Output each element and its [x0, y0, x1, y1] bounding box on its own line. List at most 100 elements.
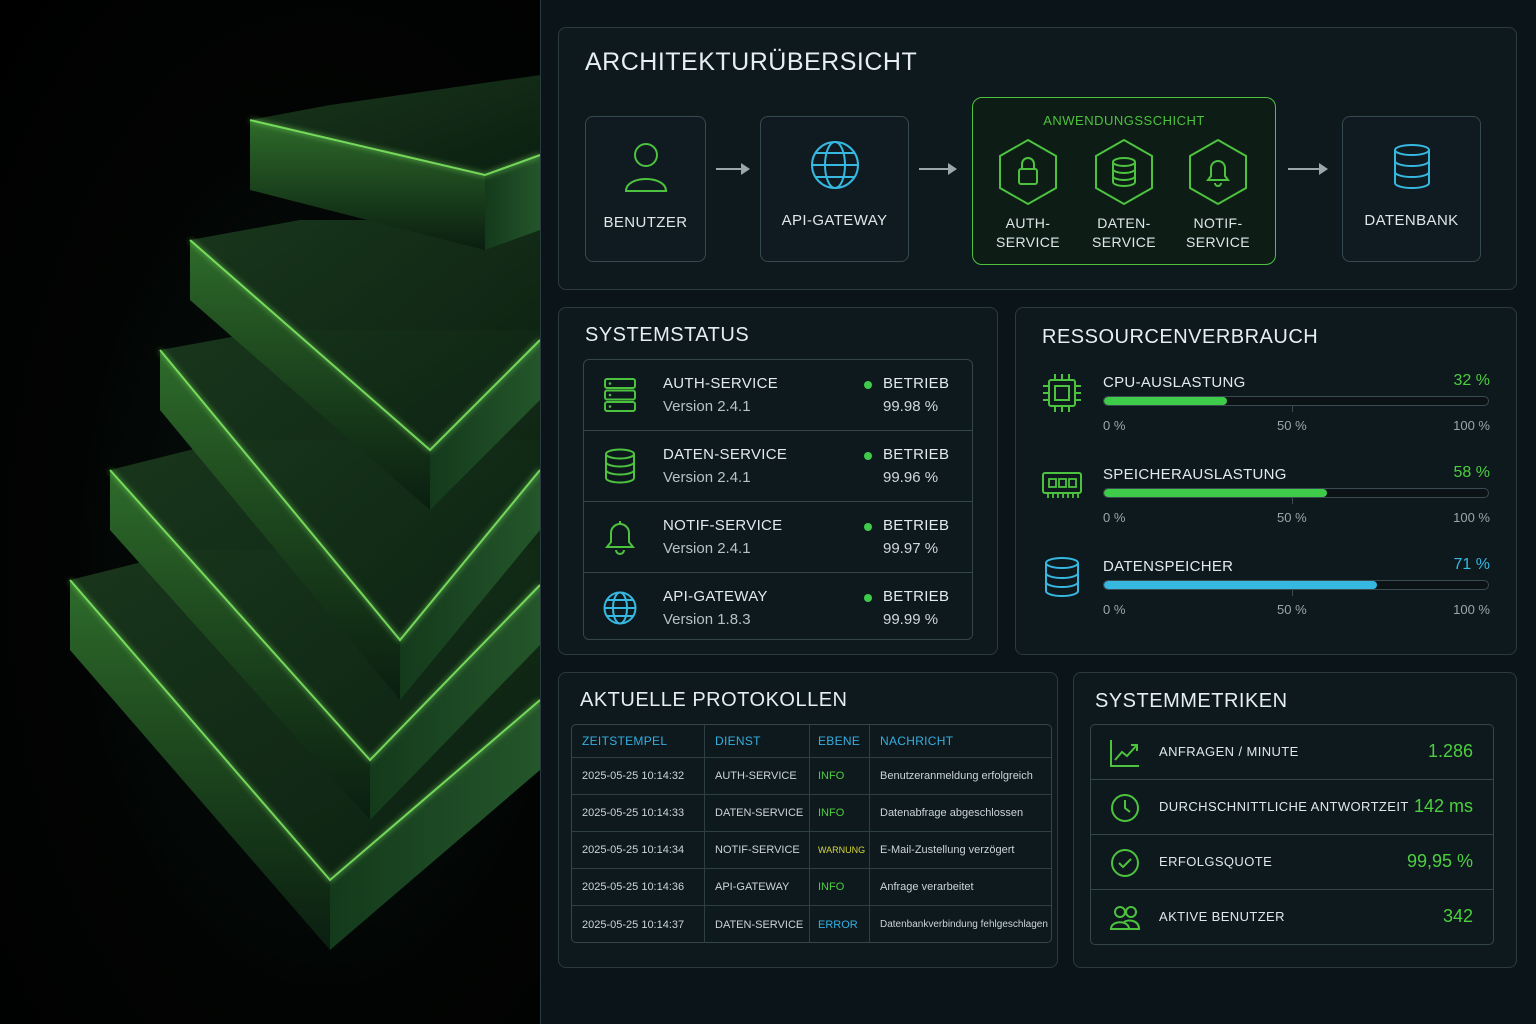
architecture-title: ARCHITEKTURÜBERSICHT: [585, 48, 918, 76]
service-status-list: AUTH-SERVICE Version 2.4.1 BETRIEB 99.98…: [583, 359, 973, 640]
metrics-list: ANFRAGEN / MINUTE 1.286 DURCHSCHNITTLICH…: [1090, 724, 1494, 945]
column-header[interactable]: DIENST: [705, 725, 810, 757]
flow-arrow: [1288, 163, 1328, 175]
resource-usage-title: RESSOURCENVERBRAUCH: [1042, 326, 1319, 348]
log-service: DATEN-SERVICE: [705, 795, 810, 831]
progress-bar: [1103, 396, 1489, 406]
stacked-layers-illustration: [69, 75, 540, 950]
service-auth[interactable]: AUTH- SERVICE: [983, 138, 1073, 252]
metric-row: ANFRAGEN / MINUTE 1.286: [1091, 725, 1493, 780]
log-message: E-Mail-Zustellung verzögert: [880, 844, 1015, 856]
scale-max: 100 %: [1453, 602, 1490, 617]
user-icon: [624, 143, 667, 192]
service-status: BETRIEB: [883, 446, 950, 463]
metric-value: 342: [1442, 906, 1473, 926]
service-name: AUTH-SERVICE: [663, 375, 779, 392]
status-row-notif[interactable]: NOTIF-SERVICE Version 2.4.1 BETRIEB 99.9…: [584, 502, 972, 573]
metric-row: ERFOLGSQUOTE 99,95 %: [1091, 835, 1493, 890]
progress-tick: [1292, 590, 1293, 596]
scale-mid: 50 %: [1277, 510, 1307, 525]
progress-tick: [1292, 406, 1293, 412]
resource-percent: 71 %: [1453, 556, 1490, 573]
log-service: NOTIF-SERVICE: [705, 832, 810, 868]
metric-value: 142 ms: [1413, 796, 1473, 816]
metric-name: DURCHSCHNITTLICHE ANTWORTZEIT: [1159, 799, 1409, 814]
service-status: BETRIEB: [883, 375, 950, 392]
service-daten[interactable]: DATEN- SERVICE: [1079, 138, 1169, 252]
service-version: Version 2.4.1: [663, 469, 751, 486]
table-row[interactable]: 2025-05-25 10:14:36 API-GATEWAY INFO Anf…: [572, 869, 1051, 906]
column-header[interactable]: ZEITSTEMPEL: [572, 725, 705, 757]
status-dot: [864, 452, 872, 460]
service-uptime: 99.97 %: [883, 540, 939, 557]
resource-storage: DATENSPEICHER 71 % 0 % 50 % 100 %: [1016, 555, 1516, 635]
globe-icon: [810, 141, 859, 189]
service-notif[interactable]: NOTIF- SERVICE: [1173, 138, 1263, 252]
progress-fill: [1104, 489, 1327, 497]
column-header[interactable]: EBENE: [810, 725, 870, 757]
metric-value: 99,95 %: [1406, 851, 1473, 871]
log-level: INFO: [810, 795, 870, 831]
status-row-gateway[interactable]: API-GATEWAY Version 1.8.3 BETRIEB 99.99 …: [584, 573, 972, 641]
status-row-auth[interactable]: AUTH-SERVICE Version 2.4.1 BETRIEB 99.98…: [584, 360, 972, 431]
log-service: API-GATEWAY: [705, 869, 810, 905]
flow-arrow: [716, 163, 750, 175]
database-icon: [1393, 144, 1430, 189]
metric-row: AKTIVE BENUTZER 342: [1091, 890, 1493, 945]
system-metrics-title: SYSTEMMETRIKEN: [1095, 690, 1288, 712]
service-name: API-GATEWAY: [663, 588, 768, 605]
table-row[interactable]: 2025-05-25 10:14:34 NOTIF-SERVICE WARNUN…: [572, 832, 1051, 869]
node-user-label: BENUTZER: [603, 214, 688, 231]
flow-arrow: [919, 163, 957, 175]
node-database-label: DATENBANK: [1364, 212, 1459, 229]
status-row-daten[interactable]: DATEN-SERVICE Version 2.4.1 BETRIEB 99.9…: [584, 431, 972, 502]
memory-icon: [1042, 472, 1082, 498]
application-layer[interactable]: ANWENDUNGSSCHICHT AUTH- SERVICE DATEN- SER…: [972, 97, 1276, 265]
service-name: DATEN-SERVICE: [663, 446, 788, 463]
scale-mid: 50 %: [1277, 418, 1307, 433]
service-uptime: 99.96 %: [883, 469, 939, 486]
service-name: NOTIF-SERVICE: [663, 517, 783, 534]
cpu-icon: [1043, 374, 1081, 412]
recent-logs-panel: AKTUELLE PROTOKOLLEN ZEITSTEMPEL DIENST …: [558, 672, 1058, 968]
log-table-header: ZEITSTEMPEL DIENST EBENE NACHRICHT: [572, 725, 1051, 758]
log-time: 2025-05-25 10:14:36: [572, 869, 705, 905]
node-user[interactable]: BENUTZER: [585, 116, 706, 262]
status-dot: [864, 381, 872, 389]
column-header[interactable]: NACHRICHT: [870, 725, 1053, 757]
node-database[interactable]: DATENBANK: [1342, 116, 1481, 262]
log-table: ZEITSTEMPEL DIENST EBENE NACHRICHT 2025-…: [571, 724, 1052, 943]
storage-icon: [1045, 557, 1079, 597]
server-icon: [604, 378, 636, 412]
service-uptime: 99.98 %: [883, 398, 939, 415]
table-row[interactable]: 2025-05-25 10:14:37 DATEN-SERVICE ERROR …: [572, 906, 1051, 943]
service-version: Version 2.4.1: [663, 398, 751, 415]
system-metrics-panel: SYSTEMMETRIKEN ANFRAGEN / MINUTE 1.286 D…: [1073, 672, 1517, 968]
log-level: INFO: [810, 869, 870, 905]
scale-min: 0 %: [1103, 510, 1126, 525]
status-dot: [864, 594, 872, 602]
clock-icon: [1111, 794, 1139, 822]
system-status-panel: SYSTEMSTATUS AUTH-SERVICE Version 2.4.1 …: [558, 307, 998, 655]
progress-fill: [1104, 397, 1227, 405]
system-status-title: SYSTEMSTATUS: [585, 324, 750, 346]
resource-percent: 32 %: [1453, 372, 1490, 389]
progress-tick: [1292, 498, 1293, 504]
service-status: BETRIEB: [883, 517, 950, 534]
service-notif-label: NOTIF- SERVICE: [1185, 215, 1250, 250]
hero-illustration: [0, 0, 540, 1024]
node-api-gateway[interactable]: API-GATEWAY: [760, 116, 909, 262]
resource-memory: SPEICHERAUSLASTUNG 58 % 0 % 50 % 100 %: [1016, 463, 1516, 543]
status-dot: [864, 523, 872, 531]
service-status: BETRIEB: [883, 588, 950, 605]
log-service: AUTH-SERVICE: [705, 758, 810, 794]
log-message: Datenabfrage abgeschlossen: [880, 807, 1024, 819]
recent-logs-title: AKTUELLE PROTOKOLLEN: [580, 689, 848, 711]
check-circle-icon: [1111, 849, 1139, 877]
table-row[interactable]: 2025-05-25 10:14:33 DATEN-SERVICE INFO D…: [572, 795, 1051, 832]
table-row[interactable]: 2025-05-25 10:14:32 AUTH-SERVICE INFO Be…: [572, 758, 1051, 795]
metric-row: DURCHSCHNITTLICHE ANTWORTZEIT 142 ms: [1091, 780, 1493, 835]
node-api-gateway-label: API-GATEWAY: [781, 212, 888, 229]
metric-name: ERFOLGSQUOTE: [1159, 854, 1273, 869]
architecture-panel: ARCHITEKTURÜBERSICHT BENUTZER API-GATEWA…: [558, 27, 1517, 290]
